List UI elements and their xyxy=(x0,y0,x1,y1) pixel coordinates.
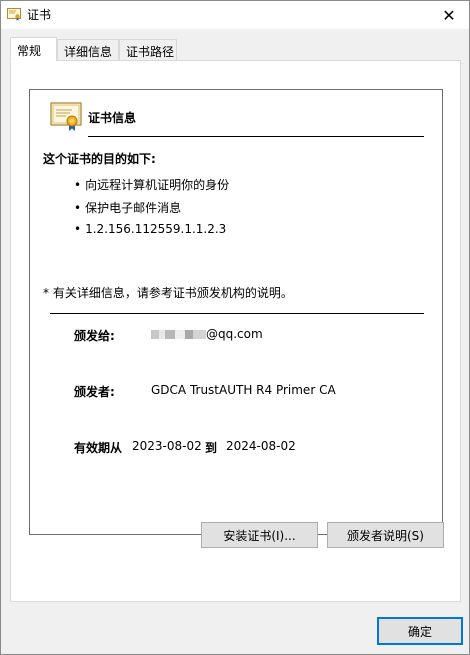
window-title: 证书 xyxy=(27,8,52,22)
issued-to-label: 颁发给: xyxy=(74,329,115,343)
tab-panel-general: 证书信息 这个证书的目的如下: 向远程计算机证明你的身份 保护电子邮件消息 1.… xyxy=(10,60,461,602)
close-button[interactable]: ✕ xyxy=(429,1,469,29)
certificate-dialog: 证书 ✕ 常规 详细信息 证书路径 证书信息 这个证书的目的如下: • 向远程计… xyxy=(0,0,470,655)
purpose-title: 这个证书的目的如下: xyxy=(43,152,156,166)
certificate-icon xyxy=(50,102,82,131)
issuer-statement-button[interactable]: 颁发者说明(S) xyxy=(327,522,444,548)
purpose-list: 向远程计算机证明你的身份 保护电子邮件消息 1.2.156.112559.1.1… xyxy=(74,176,229,245)
title-bar[interactable]: 证书 ✕ xyxy=(1,1,469,29)
valid-from-label: 有效期从 xyxy=(74,441,123,455)
valid-to-label: 到 xyxy=(205,441,218,455)
certificate-info-heading: 证书信息 xyxy=(88,111,137,125)
issuer-note: * 有关详细信息，请参考证书颁发机构的说明。 xyxy=(43,286,293,300)
valid-from-value: 2023-08-02 xyxy=(132,439,202,453)
redacted-text xyxy=(151,330,206,339)
list-item: 1.2.156.112559.1.1.2.3 xyxy=(74,222,229,245)
list-item: 保护电子邮件消息 xyxy=(74,199,229,222)
tab-details[interactable]: 详细信息 xyxy=(57,39,119,61)
issued-by-value: GDCA TrustAUTH R4 Primer CA xyxy=(151,383,336,397)
valid-to-value: 2024-08-02 xyxy=(226,439,296,453)
tab-certification-path[interactable]: 证书路径 xyxy=(119,39,177,61)
issued-by-label: 颁发者: xyxy=(74,385,115,399)
certificate-info-box: 证书信息 这个证书的目的如下: 向远程计算机证明你的身份 保护电子邮件消息 1.… xyxy=(29,89,443,535)
install-certificate-button[interactable]: 安装证书(I)... xyxy=(201,522,318,548)
issued-to-value: @qq.com xyxy=(151,327,263,341)
ok-button[interactable]: 确定 xyxy=(377,617,463,645)
heading-divider xyxy=(88,136,424,137)
close-icon: ✕ xyxy=(442,5,456,25)
certificate-icon xyxy=(7,8,21,21)
list-item: 向远程计算机证明你的身份 xyxy=(74,176,229,199)
note-divider xyxy=(50,313,424,314)
tab-general[interactable]: 常规 xyxy=(10,37,57,62)
